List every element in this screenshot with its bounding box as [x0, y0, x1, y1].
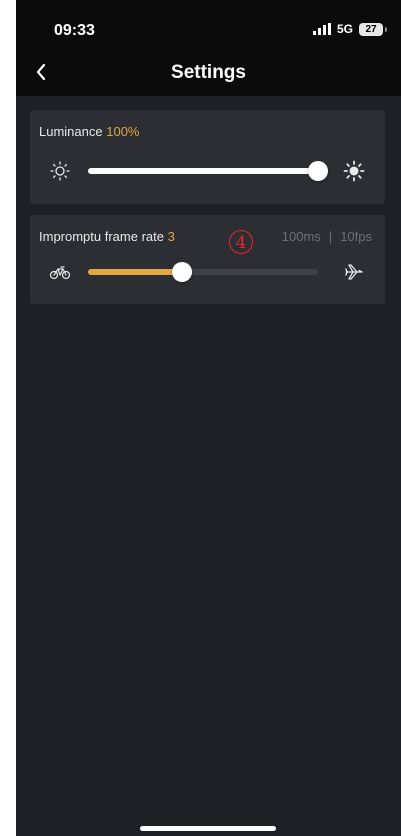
battery-icon: 27 [359, 22, 383, 36]
sun-bright-icon [343, 160, 365, 182]
annotation-marker-label: 4 [235, 233, 247, 253]
frame-rate-card: Impromptu frame rate 3 100ms | 10fps [30, 215, 385, 304]
luminance-card: Luminance 100% [30, 110, 385, 204]
phone-screen: 09:33 5G 27 Settings Luminance 100% Impr… [16, 0, 401, 836]
frame-rate-label: Impromptu frame rate [39, 229, 164, 244]
luminance-label: Luminance [39, 124, 103, 139]
bicycle-icon [49, 266, 71, 280]
frame-rate-title: Impromptu frame rate 3 [39, 229, 175, 244]
network-label: 5G [336, 22, 353, 36]
sun-dim-icon [50, 161, 70, 181]
luminance-title: Luminance 100% [39, 124, 139, 139]
status-indicators: 5G 27 [312, 22, 387, 36]
luminance-slider-fill [88, 168, 318, 174]
luminance-slider[interactable] [88, 161, 328, 181]
battery-level: 27 [365, 23, 377, 35]
signal-icon [312, 23, 331, 35]
luminance-value: 100% [106, 124, 140, 139]
battery-tip [385, 26, 387, 32]
annotation-marker: 4 [229, 230, 253, 254]
frame-interval: 100ms [281, 229, 321, 244]
info-separator: | [328, 229, 333, 244]
top-bar: 09:33 5G 27 Settings [16, 0, 401, 96]
frame-rate-slider-fill [88, 269, 183, 275]
frame-rate-value: 3 [167, 229, 175, 244]
home-indicator[interactable] [140, 826, 276, 831]
airplane-icon [345, 264, 363, 280]
frame-fps: 10fps [340, 229, 372, 244]
frame-rate-slider[interactable] [88, 262, 318, 282]
status-time: 09:33 [54, 22, 95, 39]
frame-rate-info: 100ms | 10fps [282, 229, 372, 244]
page-title: Settings [171, 62, 246, 83]
luminance-slider-thumb[interactable] [308, 161, 328, 181]
frame-rate-slider-thumb[interactable] [172, 262, 193, 282]
